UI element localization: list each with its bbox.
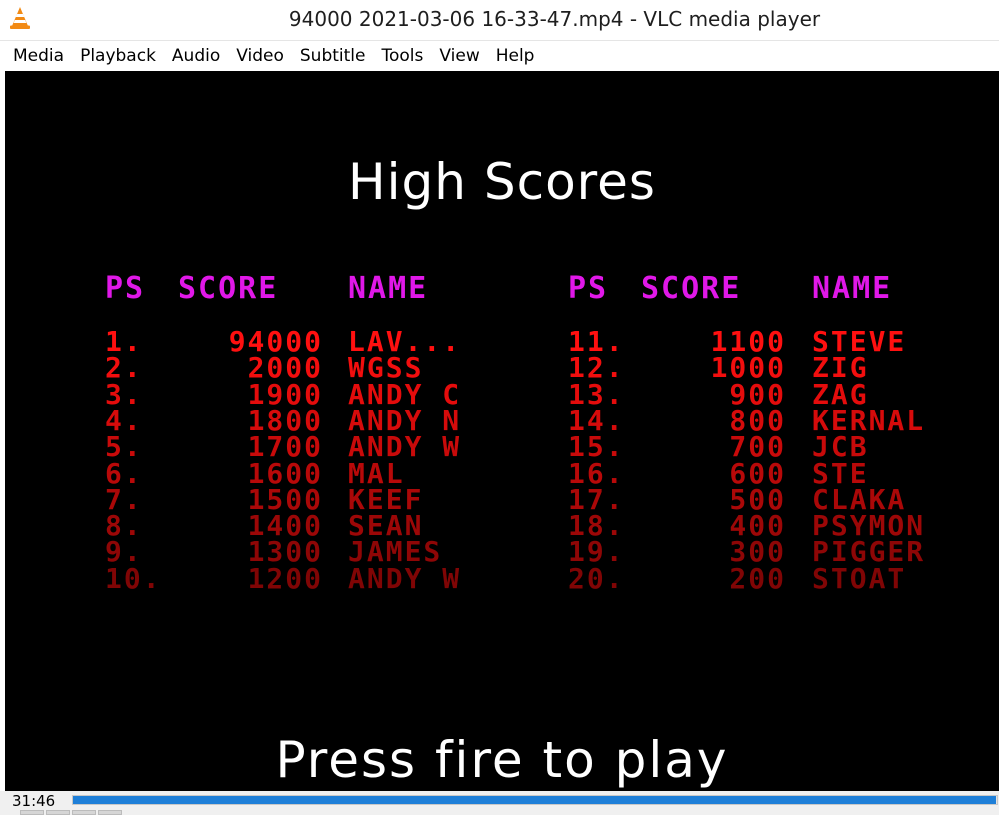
stop-button[interactable] <box>72 810 96 815</box>
press-fire-prompt: Press fire to play <box>275 731 729 789</box>
menu-tools[interactable]: Tools <box>373 41 431 71</box>
status-bar: 31:46 <box>0 791 999 815</box>
score-cell: 200 <box>729 561 786 595</box>
name-cell: STOAT <box>812 561 907 595</box>
table-row: 20. 200 STOAT <box>5 561 999 595</box>
menu-playback[interactable]: Playback <box>72 41 164 71</box>
playback-controls <box>20 810 122 815</box>
play-button[interactable] <box>20 810 44 815</box>
window-title: 94000 2021-03-06 16-33-47.mp4 - VLC medi… <box>288 7 821 31</box>
menu-bar: Media Playback Audio Video Subtitle Tool… <box>0 41 999 71</box>
left-header-name: NAME <box>348 271 429 306</box>
menu-help[interactable]: Help <box>488 41 543 71</box>
right-header-ps: PS <box>568 271 609 306</box>
menu-media[interactable]: Media <box>0 41 72 71</box>
seek-bar-fill <box>73 796 997 804</box>
rank-cell: 20. <box>568 561 625 595</box>
elapsed-time: 31:46 <box>12 792 56 810</box>
right-header-name: NAME <box>812 271 893 306</box>
left-header-score: SCORE <box>178 271 279 306</box>
title-bar[interactable]: 94000 2021-03-06 16-33-47.mp4 - VLC medi… <box>0 0 999 41</box>
menu-view[interactable]: View <box>431 41 487 71</box>
right-header-score: SCORE <box>641 271 742 306</box>
menu-audio[interactable]: Audio <box>164 41 228 71</box>
next-button[interactable] <box>98 810 122 815</box>
video-area[interactable]: High Scores PS SCORE NAME PS SCORE NAME … <box>5 71 999 791</box>
prev-button[interactable] <box>46 810 70 815</box>
menu-video[interactable]: Video <box>228 41 292 71</box>
menu-subtitle[interactable]: Subtitle <box>292 41 374 71</box>
high-scores-title: High Scores <box>348 153 656 211</box>
left-header-ps: PS <box>105 271 146 306</box>
seek-bar[interactable] <box>72 795 998 805</box>
